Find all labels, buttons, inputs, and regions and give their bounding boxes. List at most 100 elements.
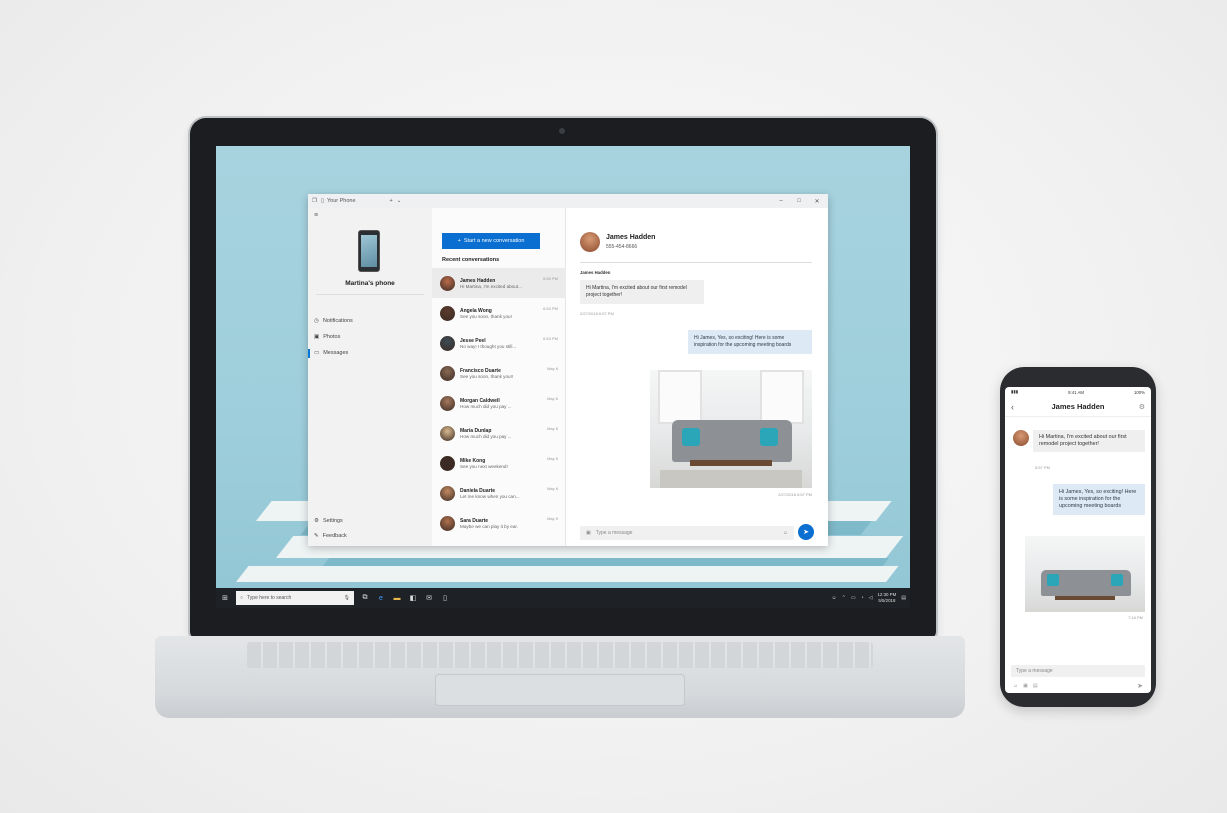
phone-chat-header: ‹ James Hadden ⚙ [1005, 397, 1151, 417]
conversation-row[interactable]: Jesse Peel No way! I thought you still...… [432, 328, 566, 358]
action-center-icon[interactable]: ▤ [901, 595, 906, 601]
incoming-message: Hi Martina, I'm excited about our first … [580, 280, 704, 304]
chat-contact-phone: 555-454-8666 [606, 244, 638, 250]
title-bar: ❐ ▯ Your Phone + ⌄ – □ ✕ [308, 194, 828, 208]
file-explorer-icon[interactable]: ▬ [392, 595, 402, 602]
composer-placeholder: Type a message [595, 530, 633, 536]
taskbar-clock[interactable]: 12:30 PM 5/5/2018 [877, 592, 896, 604]
photo-cushion [1111, 574, 1123, 586]
smartphone: ▮▮▮ 9:41 AM 100% ‹ James Hadden ⚙ Hi Mar… [1000, 367, 1156, 707]
your-phone-taskbar-icon[interactable]: ▯ [440, 594, 450, 602]
window-menu-icon[interactable]: ❐ [312, 198, 317, 204]
nav-item-notifications[interactable]: ◷ Notifications [314, 318, 353, 324]
gif-icon[interactable]: ▤ [1033, 683, 1038, 689]
conversation-row[interactable]: Maria Dunlap How much did you pay ... May … [432, 418, 566, 448]
task-view-icon[interactable]: ⧉ [360, 594, 370, 602]
message-timestamp: 7:16 PM [1128, 615, 1143, 620]
microphone-icon[interactable]: 🎙 [344, 595, 350, 601]
conversation-time: May 6 [547, 396, 558, 401]
nav-item-photos[interactable]: ▣ Photos [314, 334, 340, 340]
wallpaper-glass [322, 558, 890, 566]
new-tab-icon[interactable]: + [390, 198, 393, 204]
message-input[interactable]: ▣ Type a message ☺ [580, 526, 794, 540]
nav-label: Messages [323, 350, 349, 356]
settings-icon[interactable]: ⚙ [1139, 403, 1145, 411]
search-placeholder: Type here to search [247, 595, 292, 601]
phone-composer-tools: ☺ ▣ ▤ [1013, 683, 1038, 689]
phone-status-bar: ▮▮▮ 9:41 AM 100% [1005, 387, 1151, 397]
clock-icon: ◷ [314, 318, 319, 324]
send-icon[interactable]: ➤ [1137, 682, 1143, 690]
clock-date: 5/5/2018 [878, 598, 896, 603]
laptop-screen: ❐ ▯ Your Phone + ⌄ – □ ✕ ≡ Martina's pho… [216, 146, 910, 608]
conversation-row[interactable]: Sara Duarte Maybe we can play it by ear. M… [432, 508, 566, 538]
conversation-time: 6:56 PM [543, 276, 558, 281]
conversation-row[interactable]: Francisco Duarte See you soon, thank you!… [432, 358, 566, 388]
photo-rug [660, 470, 802, 488]
phone-message-input[interactable]: Type a message [1011, 665, 1145, 677]
conversation-row[interactable]: James Hadden Hi Martina, I'm excited abou… [432, 268, 566, 298]
navigation-pane: ≡ Martina's phone ◷ Notifications ▣ Phot… [307, 208, 432, 546]
emoji-icon[interactable]: ☺ [783, 530, 788, 536]
tab-your-phone[interactable]: ▯ Your Phone [321, 198, 356, 204]
avatar [440, 515, 455, 531]
nav-item-messages[interactable]: ▭ Messages [307, 349, 349, 358]
message-timestamp: 2/27/2018 6:57 PM [580, 311, 614, 316]
conversation-preview: See you next weekend! [460, 463, 508, 469]
close-button[interactable]: ✕ [810, 198, 824, 205]
photo-table [1055, 596, 1115, 600]
conversation-preview: No way! I thought you still... [460, 343, 517, 349]
windows-start-icon[interactable]: ⊞ [220, 594, 230, 602]
conversation-time: 6:53 PM [543, 336, 558, 341]
edge-icon[interactable]: e [376, 595, 386, 602]
volume-icon[interactable]: ◁ [869, 595, 873, 601]
chevron-up-icon[interactable]: ⌃ [842, 595, 846, 601]
network-icon[interactable]: ◔ [861, 595, 864, 601]
image-icon: ▣ [314, 334, 320, 340]
conversation-preview: See you soon, thank you!! [460, 373, 514, 379]
hamburger-menu-icon[interactable]: ≡ [314, 212, 318, 219]
status-battery: 100% [1133, 389, 1145, 395]
maximize-button[interactable]: □ [792, 198, 806, 204]
send-button[interactable]: ➤ [798, 524, 814, 540]
nav-item-settings[interactable]: ⚙ Settings [314, 518, 343, 524]
conversation-row[interactable]: Mike Kong See you next weekend! May 6 [432, 448, 566, 478]
avatar [440, 455, 455, 471]
nav-label: Settings [322, 518, 343, 524]
conversation-text: Mike Kong See you next weekend! [460, 458, 558, 469]
emoji-icon[interactable]: ☺ [1013, 683, 1018, 689]
conversation-row[interactable]: Angela Wong See you soon, thank you! 6:53 … [432, 298, 566, 328]
shared-photo[interactable] [650, 370, 812, 488]
conversation-row[interactable]: Daniela Duarte Let me know when you can..… [432, 478, 566, 508]
phone-shared-photo[interactable] [1025, 536, 1145, 612]
nav-divider [316, 294, 424, 295]
phone-incoming-message: Hi Martina, I'm excited about our first … [1033, 430, 1145, 452]
battery-icon[interactable]: ▭ [851, 595, 856, 601]
start-new-conversation-button[interactable]: + Start a new conversation [442, 233, 540, 249]
store-icon[interactable]: ◧ [408, 594, 418, 602]
phone-screen: ▮▮▮ 9:41 AM 100% ‹ James Hadden ⚙ Hi Mar… [1005, 387, 1151, 693]
nav-item-feedback[interactable]: ✎ Feedback [314, 533, 347, 539]
status-time: 9:41 AM [1068, 389, 1084, 395]
photo-cushion [760, 428, 778, 446]
message-timestamp: 5:57 PM [1035, 465, 1050, 470]
avatar [440, 275, 455, 291]
gear-icon: ⚙ [314, 518, 319, 524]
conversation-preview: Hi Martina, I'm excited about... [460, 283, 522, 289]
conversation-list: James Hadden Hi Martina, I'm excited abou… [432, 268, 566, 538]
cortana-icon: ○ [240, 595, 244, 601]
taskbar-search-box[interactable]: ○ Type here to search 🎙 [236, 591, 354, 605]
minimize-button[interactable]: – [774, 198, 788, 204]
your-phone-window: ❐ ▯ Your Phone + ⌄ – □ ✕ ≡ Martina's pho… [307, 194, 828, 546]
image-attach-icon[interactable]: ▣ [586, 530, 591, 536]
phone-illustration [358, 230, 380, 272]
people-icon[interactable]: ☺ [832, 595, 837, 601]
chat-pane: James Hadden 555-454-8666 James Hadden H… [566, 208, 828, 546]
window-title: Your Phone [326, 198, 356, 204]
device-name: Martina's phone [345, 280, 395, 287]
conversation-row[interactable]: Morgan Caldwell How much did you pay ... M… [432, 388, 566, 418]
mail-icon[interactable]: ✉ [424, 594, 434, 602]
image-icon[interactable]: ▣ [1023, 683, 1028, 689]
conversation-text: Daniela Duarte Let me know when you can..… [460, 488, 558, 499]
chevron-down-icon[interactable]: ⌄ [397, 198, 402, 204]
